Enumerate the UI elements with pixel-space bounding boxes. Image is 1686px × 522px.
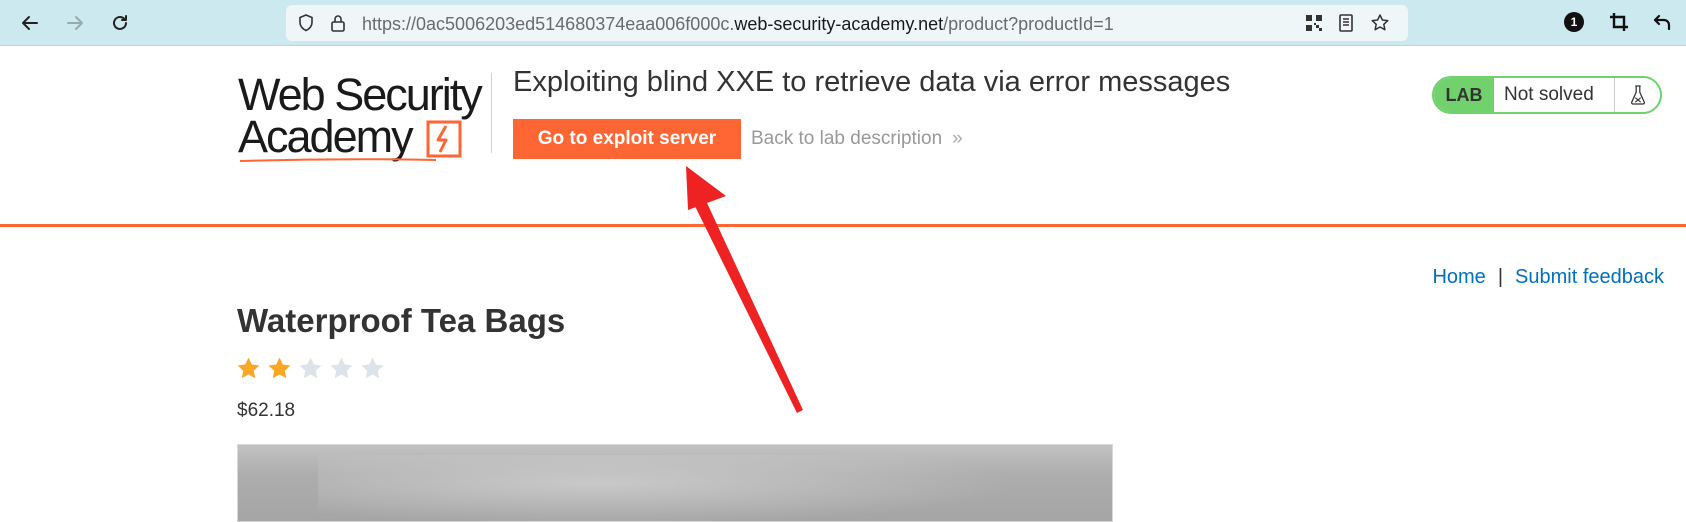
logo-underline-icon <box>239 158 437 162</box>
url-text[interactable]: https://0ac5006203ed514680374eaa006f000c… <box>362 14 1114 35</box>
forward-arrow-icon[interactable] <box>61 9 89 37</box>
top-nav: Home | Submit feedback <box>1432 266 1664 289</box>
product-image <box>237 444 1113 522</box>
submit-feedback-link[interactable]: Submit feedback <box>1515 266 1664 288</box>
home-link[interactable]: Home <box>1432 266 1485 288</box>
header-divider <box>491 73 492 153</box>
star-empty-icon <box>330 357 353 379</box>
lab-title: Exploiting blind XXE to retrieve data vi… <box>513 66 1231 98</box>
lab-status-badge: LAB Not solved <box>1432 76 1662 114</box>
address-bar[interactable]: https://0ac5006203ed514680374eaa006f000c… <box>286 5 1408 41</box>
logo-bolt-icon <box>426 120 462 158</box>
go-to-exploit-server-button[interactable]: Go to exploit server <box>513 119 741 159</box>
back-to-lab-description-link[interactable]: Back to lab description » <box>751 128 963 150</box>
lab-tag: LAB <box>1434 78 1494 112</box>
reader-view-icon[interactable] <box>1336 13 1356 33</box>
product-title: Waterproof Tea Bags <box>237 302 566 339</box>
browser-toolbar: https://0ac5006203ed514680374eaa006f000c… <box>0 0 1686 46</box>
star-empty-icon <box>361 357 384 379</box>
star-filled-icon <box>268 357 291 379</box>
flask-icon <box>1614 78 1660 112</box>
logo-text-line2: Academy <box>238 111 414 162</box>
bookmark-star-icon[interactable] <box>1370 13 1390 33</box>
lock-icon[interactable] <box>328 13 348 33</box>
nav-separator: | <box>1497 266 1504 288</box>
web-security-academy-logo[interactable]: Web Security Academy <box>238 70 488 166</box>
star-empty-icon <box>299 357 322 379</box>
star-filled-icon <box>237 357 260 379</box>
back-link-label: Back to lab description <box>751 128 943 149</box>
header-orange-rule <box>0 224 1686 227</box>
product-price: $62.18 <box>237 400 296 421</box>
lab-status-text: Not solved <box>1504 84 1594 105</box>
double-chevron-right-icon: » <box>952 128 963 149</box>
qr-code-icon[interactable] <box>1304 13 1324 33</box>
reload-icon[interactable] <box>106 9 134 37</box>
shield-icon[interactable] <box>296 13 316 33</box>
star-rating <box>236 356 385 381</box>
extension-badge-icon[interactable]: 1 <box>1562 10 1586 34</box>
back-arrow-icon[interactable] <box>16 9 44 37</box>
undo-icon[interactable] <box>1650 10 1674 34</box>
crop-icon[interactable] <box>1607 10 1631 34</box>
